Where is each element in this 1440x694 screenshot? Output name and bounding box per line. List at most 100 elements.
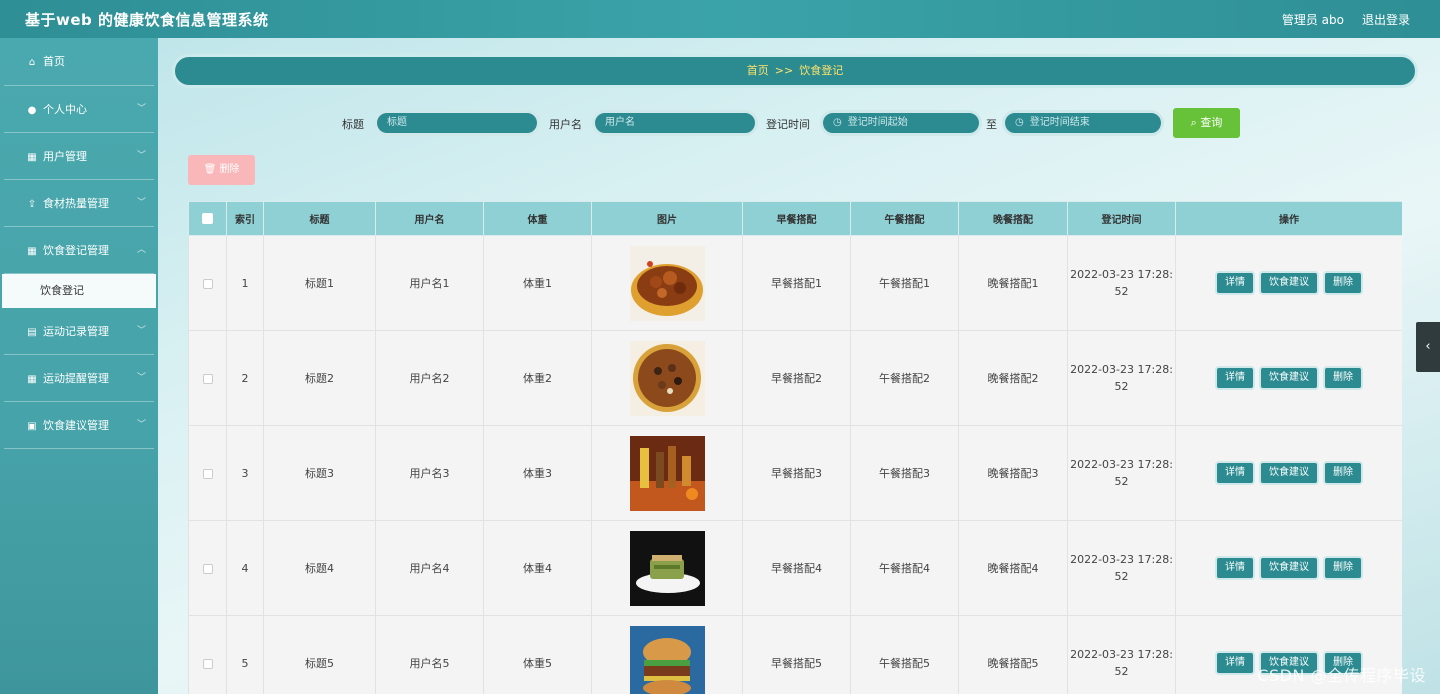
delete-button[interactable]: 删除 [1323, 271, 1363, 295]
sidebar-item-label: 首页 [43, 55, 65, 68]
breadcrumb: 首页 >> 饮食登记 [172, 54, 1418, 88]
cell-time: 2022-03-23 17:28: 52 [1067, 520, 1176, 616]
cell-weight: 体重3 [483, 425, 592, 521]
to-label: 至 [986, 118, 997, 131]
query-button[interactable]: ⌕ 查询 [1173, 108, 1240, 138]
food-image[interactable] [629, 625, 705, 694]
sidebar-item-users[interactable]: ▦ 用户管理 ﹀ [4, 133, 154, 180]
sidebar-item-label: 运动记录管理 [43, 325, 109, 338]
cell-image [591, 235, 743, 331]
row-select-cell[interactable] [188, 330, 227, 426]
food-image[interactable] [629, 435, 705, 511]
select-all-checkbox[interactable] [202, 212, 213, 224]
row-select-cell[interactable] [188, 615, 227, 694]
header-index: 索引 [226, 201, 264, 236]
delete-button[interactable]: 删除 [1323, 556, 1363, 580]
sidebar-item-exercise-records[interactable]: ▤ 运动记录管理 ﹀ [4, 308, 154, 355]
row-checkbox[interactable] [202, 658, 213, 669]
watermark: CSDN @全传程序毕设 [1257, 666, 1426, 685]
username-search-input[interactable]: 用户名 [592, 110, 758, 136]
table-row: 3 标题3 用户名3 体重3 早餐搭配3 午餐搭配3 晚餐搭配3 2022-03-23 17:… [188, 425, 1402, 521]
sidebar-item-ingredients[interactable]: ⇪ 食材热量管理 ﹀ [4, 180, 154, 227]
cell-lunch: 午餐搭配2 [850, 330, 959, 426]
sidebar-item-exercise-reminders[interactable]: ▦ 运动提醒管理 ﹀ [4, 355, 154, 402]
cell-username: 用户名3 [375, 425, 484, 521]
cell-actions: 详情 饮食建议 删除 [1175, 330, 1402, 426]
sidebar-item-diet-register[interactable]: ▦ 饮食登记管理 ︿ [4, 227, 154, 274]
cell-title: 标题2 [263, 330, 376, 426]
search-icon: ⌕ [1190, 116, 1201, 129]
app-title: 基于web 的健康饮食信息管理系统 [25, 11, 269, 29]
time-line-2: 52 [1114, 475, 1129, 488]
home-icon: ⌂ [28, 57, 36, 68]
detail-button[interactable]: 详情 [1215, 271, 1255, 295]
cell-lunch: 午餐搭配1 [850, 235, 959, 331]
title-search-input[interactable]: 标题 [374, 110, 540, 136]
row-checkbox[interactable] [202, 278, 213, 289]
cell-weight: 体重1 [483, 235, 592, 331]
header-title: 标题 [263, 201, 376, 236]
top-bar: 基于web 的健康饮食信息管理系统 管理员 abo 退出登录 [0, 0, 1440, 38]
trash-icon: 🗑 [203, 164, 220, 175]
batch-delete-button[interactable]: 🗑 删除 [188, 155, 255, 185]
row-checkbox[interactable] [202, 373, 213, 384]
header-select-all[interactable] [188, 201, 227, 236]
food-image[interactable] [629, 340, 705, 416]
cell-dinner: 晚餐搭配2 [958, 330, 1068, 426]
sidebar-item-label: 食材热量管理 [43, 197, 109, 210]
row-checkbox[interactable] [202, 468, 213, 479]
row-select-cell[interactable] [188, 425, 227, 521]
row-select-cell[interactable] [188, 235, 227, 331]
grid-icon: ▦ [27, 246, 37, 257]
doc-icon: ▤ [27, 327, 37, 338]
time-start-input[interactable]: ◷ 登记时间起始 [820, 110, 982, 136]
detail-button[interactable]: 详情 [1215, 366, 1255, 390]
logout-link[interactable]: 退出登录 [1362, 11, 1410, 28]
username-label: 用户名 [549, 118, 582, 131]
sidebar-item-label: 用户管理 [43, 150, 87, 163]
cell-actions: 详情 饮食建议 删除 [1175, 520, 1402, 616]
diet-advice-button[interactable]: 饮食建议 [1259, 271, 1319, 295]
cell-actions: 详情 饮食建议 删除 [1175, 235, 1402, 331]
time-line-1: 2022-03-23 17:28: [1070, 268, 1173, 281]
cell-index: 4 [226, 520, 264, 616]
cell-image [591, 520, 743, 616]
detail-button[interactable]: 详情 [1215, 651, 1255, 675]
row-checkbox[interactable] [202, 563, 213, 574]
title-label: 标题 [342, 118, 364, 131]
diet-advice-button[interactable]: 饮食建议 [1259, 366, 1319, 390]
breadcrumb-home[interactable]: 首页 [747, 64, 769, 77]
header-lunch: 午餐搭配 [850, 201, 959, 236]
cell-title: 标题3 [263, 425, 376, 521]
clock-icon: ◷ [1015, 117, 1024, 128]
collapse-panel-button[interactable]: ‹ [1416, 322, 1440, 372]
diet-advice-button[interactable]: 饮食建议 [1259, 461, 1319, 485]
delete-button[interactable]: 删除 [1323, 461, 1363, 485]
cell-username: 用户名1 [375, 235, 484, 331]
table-row: 5 标题5 用户名5 体重5 早餐搭配5 午餐搭配5 晚餐搭配5 2022-03-23 17:… [188, 615, 1402, 694]
cell-breakfast: 早餐搭配5 [742, 615, 851, 694]
cell-breakfast: 早餐搭配2 [742, 330, 851, 426]
detail-button[interactable]: 详情 [1215, 556, 1255, 580]
header-time: 登记时间 [1067, 201, 1176, 236]
sidebar-subitem-diet-register[interactable]: 饮食登记 [2, 274, 156, 308]
time-line-2: 52 [1114, 285, 1129, 298]
chevron-down-icon: ﹀ [136, 373, 146, 383]
row-select-cell[interactable] [188, 520, 227, 616]
diet-advice-button[interactable]: 饮食建议 [1259, 556, 1319, 580]
sidebar-item-diet-advice[interactable]: ▣ 饮食建议管理 ﹀ [4, 402, 154, 449]
food-image[interactable] [629, 530, 705, 606]
cell-username: 用户名5 [375, 615, 484, 694]
sidebar-item-home[interactable]: ⌂ 首页 [4, 38, 154, 86]
delete-button[interactable]: 删除 [1323, 366, 1363, 390]
cell-index: 5 [226, 615, 264, 694]
time-end-input[interactable]: ◷ 登记时间结束 [1002, 110, 1164, 136]
cell-time: 2022-03-23 17:28: 52 [1067, 330, 1176, 426]
food-image[interactable] [629, 245, 705, 321]
query-button-label: 查询 [1200, 116, 1223, 129]
header-weight: 体重 [483, 201, 592, 236]
time-end-placeholder: 登记时间结束 [1029, 117, 1090, 128]
cell-lunch: 午餐搭配3 [850, 425, 959, 521]
cell-actions: 详情 饮食建议 删除 [1175, 425, 1402, 521]
detail-button[interactable]: 详情 [1215, 461, 1255, 485]
